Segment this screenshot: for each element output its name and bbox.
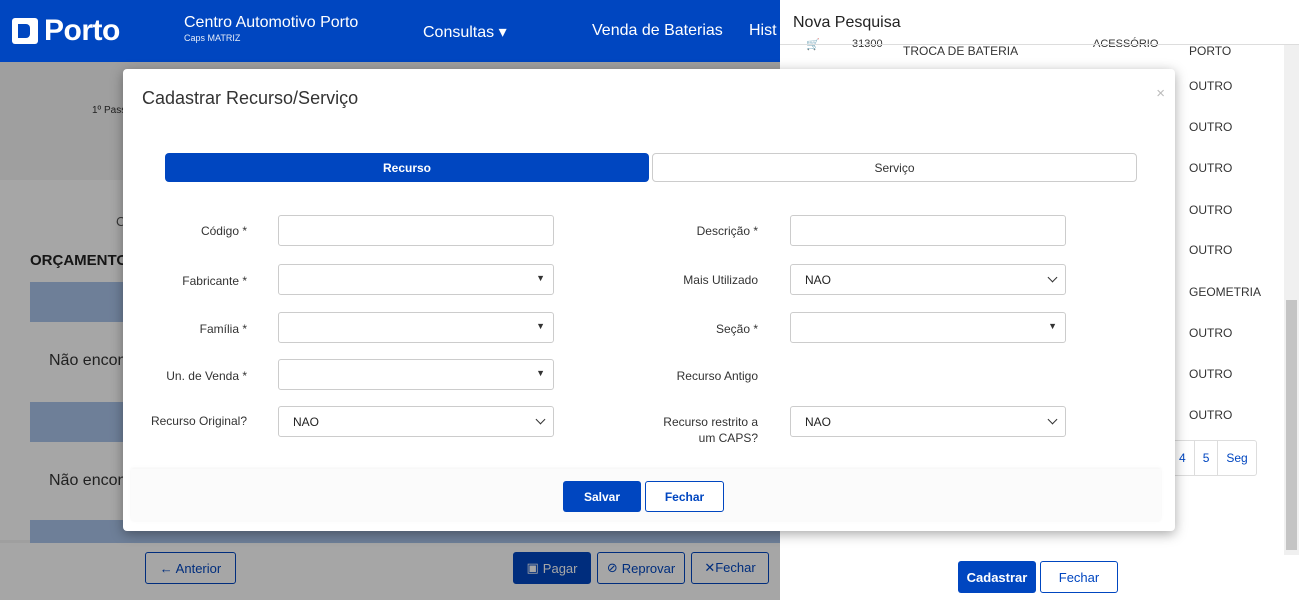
chevron-down-icon xyxy=(1047,272,1058,283)
recurso-original-value: NAO xyxy=(293,415,320,429)
tab-recurso[interactable]: Recurso xyxy=(165,153,649,182)
dropdown-arrow-icon: ▼ xyxy=(1048,321,1057,331)
mais-utilizado-select[interactable]: NAO xyxy=(790,264,1066,295)
brand-title: Centro Automotivo Porto xyxy=(184,14,359,31)
brand-block: Centro Automotivo Porto Caps MATRIZ xyxy=(184,14,358,43)
nav-consultas[interactable]: Consultas ▾ xyxy=(423,22,507,42)
familia-label: Família * xyxy=(199,322,247,336)
row-category: OUTRO xyxy=(1189,408,1233,422)
familia-select[interactable]: ▼ xyxy=(278,312,554,343)
chevron-down-icon xyxy=(1047,414,1058,425)
tab-servico[interactable]: Serviço xyxy=(652,153,1137,182)
fabricante-label: Fabricante * xyxy=(182,274,247,288)
fabricante-select[interactable]: ▼ xyxy=(278,264,554,295)
recurso-original-select[interactable]: NAO xyxy=(278,406,554,437)
descricao-input[interactable] xyxy=(790,215,1066,246)
row-category: OUTRO xyxy=(1189,161,1233,175)
un-venda-select[interactable]: ▼ xyxy=(278,359,554,390)
porto-logo-icon xyxy=(12,18,38,44)
modal-tabs: Recurso Serviço xyxy=(165,153,1137,182)
cadastrar-modal: Cadastrar Recurso/Serviço × Recurso Serv… xyxy=(123,69,1175,531)
page-next[interactable]: Seg xyxy=(1218,441,1255,475)
modal-fechar-button[interactable]: Fechar xyxy=(645,481,724,512)
porto-logo[interactable]: Porto xyxy=(12,14,120,48)
secao-label: Seção * xyxy=(715,322,758,336)
row-category: OUTRO xyxy=(1189,203,1233,217)
side-panel-title: Nova Pesquisa xyxy=(793,14,901,31)
side-fechar-button[interactable]: Fechar xyxy=(1040,561,1118,593)
recurso-original-label: Recurso Original? xyxy=(150,414,247,428)
row-description: TROCA DE BATERIA xyxy=(903,44,1019,58)
dropdown-arrow-icon: ▼ xyxy=(536,321,545,331)
page-5[interactable]: 5 xyxy=(1195,441,1219,475)
dropdown-arrow-icon: ▼ xyxy=(536,368,545,378)
codigo-label: Código * xyxy=(200,224,247,238)
nav-historico[interactable]: Hist xyxy=(749,22,777,40)
recurso-restrito-select[interactable]: NAO xyxy=(790,406,1066,437)
recurso-antigo-label: Recurso Antigo xyxy=(676,369,758,383)
mais-utilizado-label: Mais Utilizado xyxy=(683,273,758,287)
mais-utilizado-value: NAO xyxy=(805,273,832,287)
descricao-label: Descrição * xyxy=(696,224,758,238)
un-venda-label: Un. de Venda * xyxy=(166,369,247,383)
row-category: PORTO xyxy=(1189,44,1232,58)
secao-select[interactable]: ▼ xyxy=(790,312,1066,343)
side-scrollbar-thumb[interactable] xyxy=(1286,300,1297,550)
close-icon[interactable]: × xyxy=(1156,85,1165,102)
nav-venda-baterias[interactable]: Venda de Baterias xyxy=(592,22,723,40)
dropdown-arrow-icon: ▼ xyxy=(536,273,545,283)
row-category: GEOMETRIA xyxy=(1189,285,1262,299)
pagination: 4 5 Seg xyxy=(1170,440,1257,476)
chevron-down-icon xyxy=(535,414,546,425)
recurso-restrito-label: Recurso restrito a um CAPS? xyxy=(663,415,758,445)
brand-subtitle: Caps MATRIZ xyxy=(184,33,241,43)
recurso-restrito-value: NAO xyxy=(805,415,832,429)
row-category: OUTRO xyxy=(1189,243,1233,257)
row-category: OUTRO xyxy=(1189,367,1233,381)
row-category: OUTRO xyxy=(1189,326,1233,340)
side-panel-divider xyxy=(780,44,1299,45)
modal-title: Cadastrar Recurso/Serviço xyxy=(142,88,359,108)
codigo-input[interactable] xyxy=(278,215,554,246)
salvar-button[interactable]: Salvar xyxy=(563,481,641,512)
row-category: OUTRO xyxy=(1189,79,1233,93)
cadastrar-button[interactable]: Cadastrar xyxy=(958,561,1036,593)
row-category: OUTRO xyxy=(1189,120,1233,134)
